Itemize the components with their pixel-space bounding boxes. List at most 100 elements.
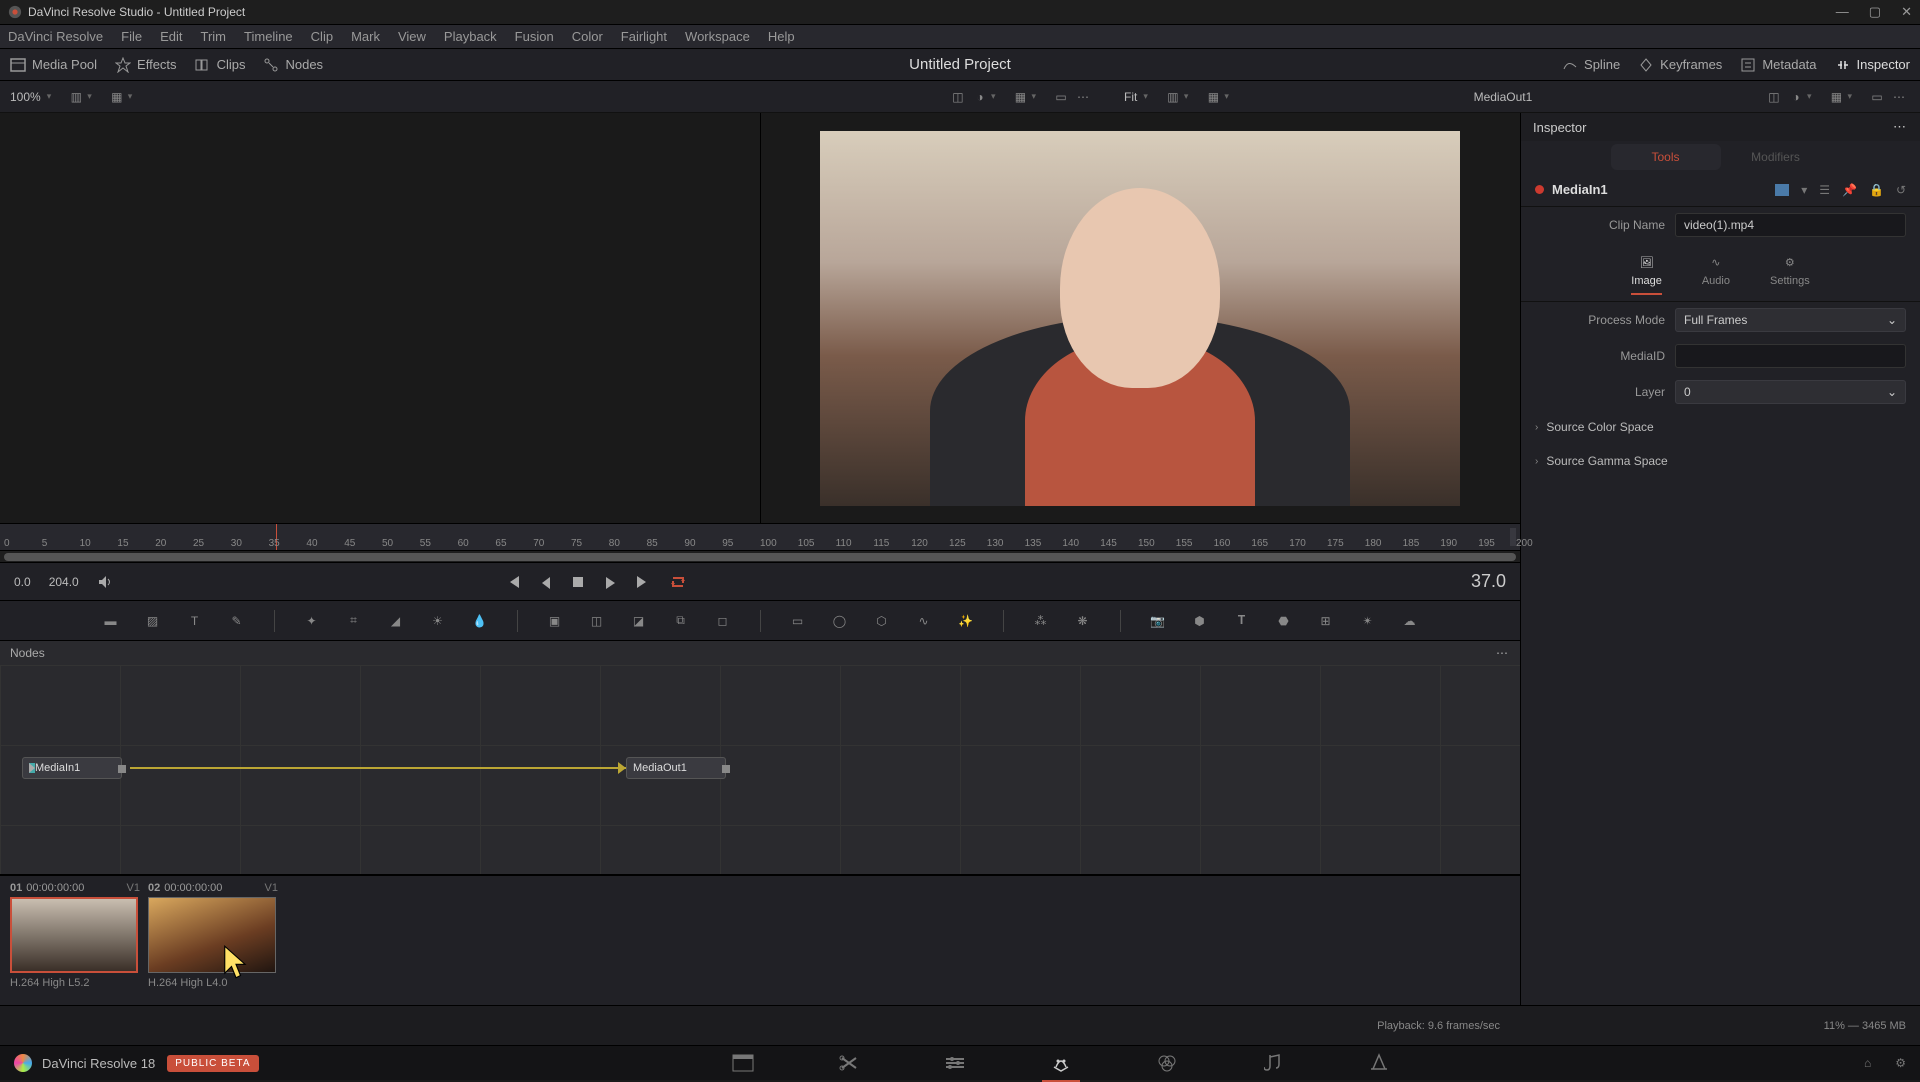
merge-tool[interactable]: ▣ xyxy=(544,610,566,632)
fairlight-page-button[interactable] xyxy=(1260,1050,1286,1076)
viewer-b-more-icon[interactable]: ⋯ xyxy=(1888,86,1910,108)
layer-select[interactable]: 0 ⌄ xyxy=(1675,380,1906,404)
deliver-page-button[interactable] xyxy=(1366,1050,1392,1076)
chevron-down-icon[interactable]: ▾ xyxy=(1143,91,1148,102)
menu-workspace[interactable]: Workspace xyxy=(685,29,750,44)
nodes-canvas[interactable]: MediaIn1 MediaOut1 xyxy=(0,665,1520,874)
spline-toggle[interactable]: Spline xyxy=(1562,57,1620,73)
ellipse-mask-tool[interactable]: ◯ xyxy=(829,610,851,632)
viewer-b-grid-icon[interactable]: ▦ xyxy=(1202,86,1224,108)
viewer-b-layout-icon[interactable]: ▥ xyxy=(1162,86,1184,108)
fit-level[interactable]: Fit xyxy=(1124,90,1137,104)
chevron-down-icon[interactable]: ▾ xyxy=(1847,91,1852,102)
menu-davinci[interactable]: DaVinci Resolve xyxy=(8,29,103,44)
minimize-button[interactable]: — xyxy=(1836,4,1849,20)
clip-name-input[interactable]: video(1).mp4 xyxy=(1675,213,1906,237)
fusion-page-button[interactable] xyxy=(1048,1050,1074,1076)
frame-in[interactable]: 0.0 xyxy=(14,575,31,589)
node-output-port[interactable] xyxy=(722,765,730,773)
subtab-image[interactable]: 🖼 Image xyxy=(1631,253,1662,295)
process-mode-select[interactable]: Full Frames ⌄ xyxy=(1675,308,1906,332)
merge3d-tool[interactable]: ⊞ xyxy=(1315,610,1337,632)
polygon-mask-tool[interactable]: ⬡ xyxy=(871,610,893,632)
chevron-down-icon[interactable]: ▾ xyxy=(1031,91,1036,102)
text-tool[interactable]: T xyxy=(184,610,206,632)
go-first-button[interactable] xyxy=(505,574,521,590)
home-button[interactable]: ⌂ xyxy=(1864,1056,1871,1070)
text3d-tool[interactable]: 𝐓 xyxy=(1231,610,1253,632)
blur-tool[interactable]: 💧 xyxy=(469,610,491,632)
menu-trim[interactable]: Trim xyxy=(201,29,227,44)
chevron-down-icon[interactable]: ▾ xyxy=(991,91,996,102)
node-mediaout1[interactable]: MediaOut1 xyxy=(626,757,726,779)
transform-tool[interactable]: ◻ xyxy=(712,610,734,632)
menu-color[interactable]: Color xyxy=(572,29,603,44)
subtab-audio[interactable]: ∿ Audio xyxy=(1702,253,1730,295)
reset-icon[interactable]: ↺ xyxy=(1896,183,1906,197)
source-color-space-row[interactable]: › Source Color Space xyxy=(1521,410,1920,444)
colortool[interactable]: ◢ xyxy=(385,610,407,632)
node-mediain1[interactable]: MediaIn1 xyxy=(22,757,122,779)
render3d-tool[interactable]: ☁ xyxy=(1399,610,1421,632)
viewer-a-icon[interactable]: ◫ xyxy=(947,86,969,108)
viewer-layout-icon[interactable]: ▥ xyxy=(65,86,87,108)
menu-playback[interactable]: Playback xyxy=(444,29,497,44)
planartracker-tool[interactable]: ⌗ xyxy=(343,610,365,632)
source-gamma-space-row[interactable]: › Source Gamma Space xyxy=(1521,444,1920,478)
maximize-button[interactable]: ▢ xyxy=(1869,4,1881,20)
viewer-b-a-icon[interactable]: ◫ xyxy=(1763,86,1785,108)
audio-icon[interactable] xyxy=(97,574,113,590)
clip-item[interactable]: 02 00:00:00:00 V1 H.264 High L4.0 xyxy=(148,882,278,999)
chevron-down-icon[interactable]: ▾ xyxy=(87,91,92,102)
viewer-b-tiles-icon[interactable]: ▦ xyxy=(1825,86,1847,108)
node-output-port[interactable] xyxy=(118,765,126,773)
go-last-button[interactable] xyxy=(635,574,651,590)
chevron-down-icon[interactable]: ▾ xyxy=(128,91,133,102)
media-pool-toggle[interactable]: Media Pool xyxy=(10,57,97,73)
inspector-options-icon[interactable]: ⋯ xyxy=(1893,119,1908,135)
zoom-level[interactable]: 100% xyxy=(10,90,41,104)
menu-file[interactable]: File xyxy=(121,29,142,44)
color-page-button[interactable] xyxy=(1154,1050,1180,1076)
viewer-grid-icon[interactable]: ▦ xyxy=(106,86,128,108)
menu-mark[interactable]: Mark xyxy=(351,29,380,44)
light-tool[interactable]: ✴ xyxy=(1357,610,1379,632)
particles-tool[interactable]: ⁂ xyxy=(1030,610,1052,632)
pin-icon[interactable]: 📌 xyxy=(1842,183,1857,197)
nodes-options-icon[interactable]: ⋯ xyxy=(1496,646,1510,660)
rectangle-mask-tool[interactable]: ▭ xyxy=(787,610,809,632)
nodes-toggle[interactable]: Nodes xyxy=(263,57,323,73)
metadata-toggle[interactable]: Metadata xyxy=(1740,57,1816,73)
stop-button[interactable] xyxy=(571,575,585,589)
menu-view[interactable]: View xyxy=(398,29,426,44)
step-back-button[interactable] xyxy=(539,575,553,589)
menu-clip[interactable]: Clip xyxy=(311,29,333,44)
matte-tool[interactable]: ◪ xyxy=(628,610,650,632)
chevron-down-icon[interactable]: ▾ xyxy=(1224,91,1229,102)
clip-item[interactable]: 01 00:00:00:00 V1 H.264 High L5.2 xyxy=(10,882,140,999)
chevron-down-icon[interactable]: ▾ xyxy=(47,91,52,102)
viewer-tiles-icon[interactable]: ▦ xyxy=(1009,86,1031,108)
lock-icon[interactable]: 🔒 xyxy=(1869,183,1884,197)
node-connection[interactable] xyxy=(130,767,626,769)
clip-thumbnail[interactable] xyxy=(148,897,276,973)
close-button[interactable]: ✕ xyxy=(1901,4,1912,20)
play-button[interactable] xyxy=(603,575,617,589)
viewer-b-single-icon[interactable]: ▭ xyxy=(1866,86,1888,108)
project-settings-button[interactable]: ⚙ xyxy=(1895,1056,1906,1070)
chevron-down-icon[interactable]: ▾ xyxy=(1184,91,1189,102)
cut-page-button[interactable] xyxy=(836,1050,862,1076)
menu-timeline[interactable]: Timeline xyxy=(244,29,293,44)
time-ruler[interactable]: 0510152025303540455055606570758085909510… xyxy=(0,523,1520,551)
chevron-down-icon[interactable]: ▾ xyxy=(1801,183,1807,197)
versions-icon[interactable]: ☰ xyxy=(1819,183,1830,197)
brightness-tool[interactable]: ☀ xyxy=(427,610,449,632)
menu-help[interactable]: Help xyxy=(768,29,795,44)
viewer-color-icon[interactable]: ◑ xyxy=(969,86,991,108)
wand-mask-tool[interactable]: ✨ xyxy=(955,610,977,632)
menu-fusion[interactable]: Fusion xyxy=(515,29,554,44)
camera3d-tool[interactable]: 📷 xyxy=(1147,610,1169,632)
channels-tool[interactable]: ◫ xyxy=(586,610,608,632)
tab-modifiers[interactable]: Modifiers xyxy=(1721,144,1831,170)
viewer-right[interactable] xyxy=(761,113,1521,523)
